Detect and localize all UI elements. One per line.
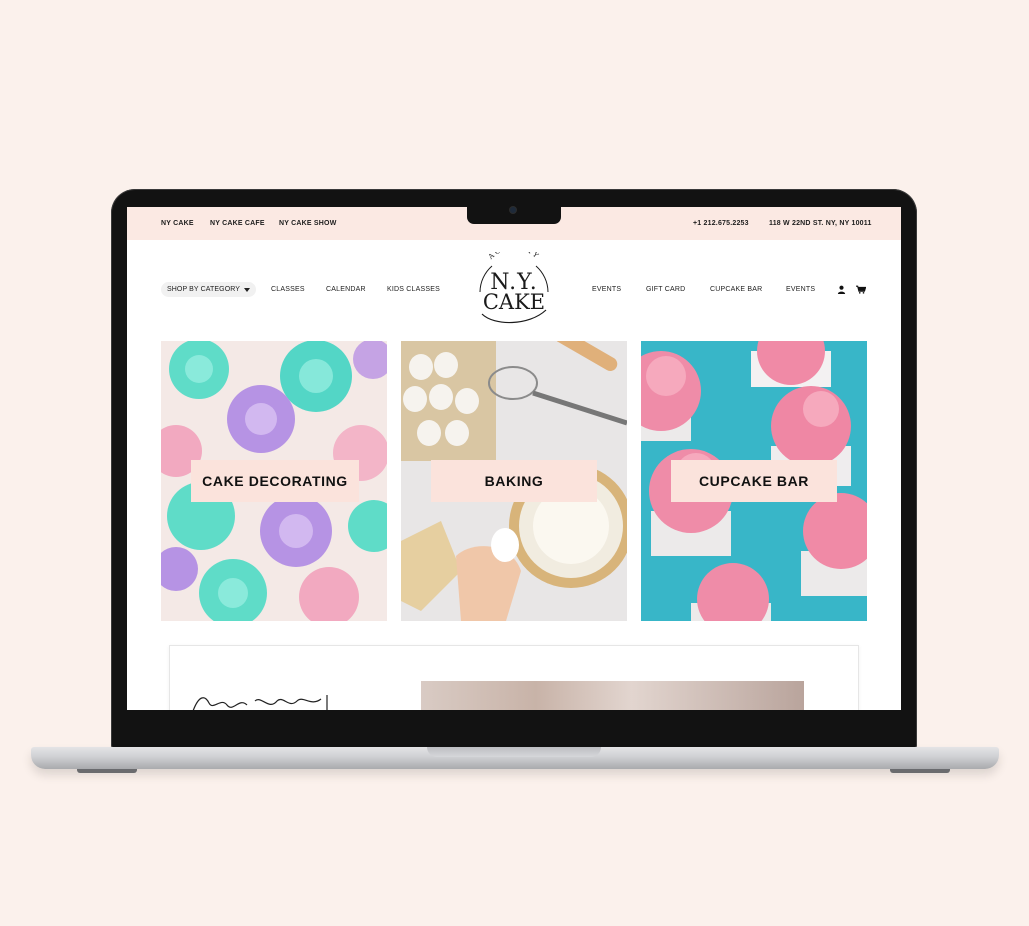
featured-script-heading: [192, 695, 328, 710]
caret-down-icon: [244, 287, 251, 292]
topbar-link-ny-cake[interactable]: NY CAKE: [161, 220, 194, 227]
laptop-base-opening: [427, 747, 601, 757]
nav-item-kids-classes[interactable]: KIDS CLASSES: [387, 286, 440, 293]
category-card-cupcake-bar[interactable]: CUPCAKE BAR: [641, 341, 867, 621]
category-label-cake-decorating: CAKE DECORATING: [191, 460, 359, 502]
site-logo[interactable]: ACADEMY N.Y. CAKE: [474, 252, 554, 328]
nav-item-events-2[interactable]: EVENTS: [786, 286, 815, 293]
nav-item-classes[interactable]: CLASSES: [271, 286, 305, 293]
nav-item-gift-card[interactable]: GIFT CARD: [646, 286, 685, 293]
laptop-foot-right: [890, 769, 950, 773]
category-label-baking: BAKING: [431, 460, 597, 502]
category-card-baking[interactable]: BAKING: [401, 341, 627, 621]
laptop-foot-left: [77, 769, 137, 773]
nav-item-cupcake-bar[interactable]: CUPCAKE BAR: [710, 286, 762, 293]
nav-item-events[interactable]: EVENTS: [592, 286, 621, 293]
topbar-link-ny-cake-show[interactable]: NY CAKE SHOW: [279, 220, 337, 227]
laptop-screen: NY CAKE NY CAKE CAFE NY CAKE SHOW +1 212…: [127, 207, 901, 710]
shop-by-category-label: SHOP BY CATEGORY: [167, 286, 241, 293]
cart-icon[interactable]: [856, 285, 866, 294]
topbar-address: 118 W 22ND ST. NY, NY 10011: [769, 220, 872, 227]
category-label-cupcake-bar: CUPCAKE BAR: [671, 460, 837, 502]
user-icon[interactable]: [837, 285, 846, 294]
logo-line-cake: CAKE: [482, 290, 546, 314]
nav-item-calendar[interactable]: CALENDAR: [326, 286, 366, 293]
category-card-cake-decorating[interactable]: CAKE DECORATING: [161, 341, 387, 621]
shop-by-category-button[interactable]: SHOP BY CATEGORY: [161, 282, 257, 297]
camera-icon: [510, 207, 516, 213]
topbar-phone[interactable]: +1 212.675.2253: [693, 220, 749, 227]
featured-section-image: [421, 681, 804, 710]
topbar-link-ny-cake-cafe[interactable]: NY CAKE CAFE: [210, 220, 265, 227]
